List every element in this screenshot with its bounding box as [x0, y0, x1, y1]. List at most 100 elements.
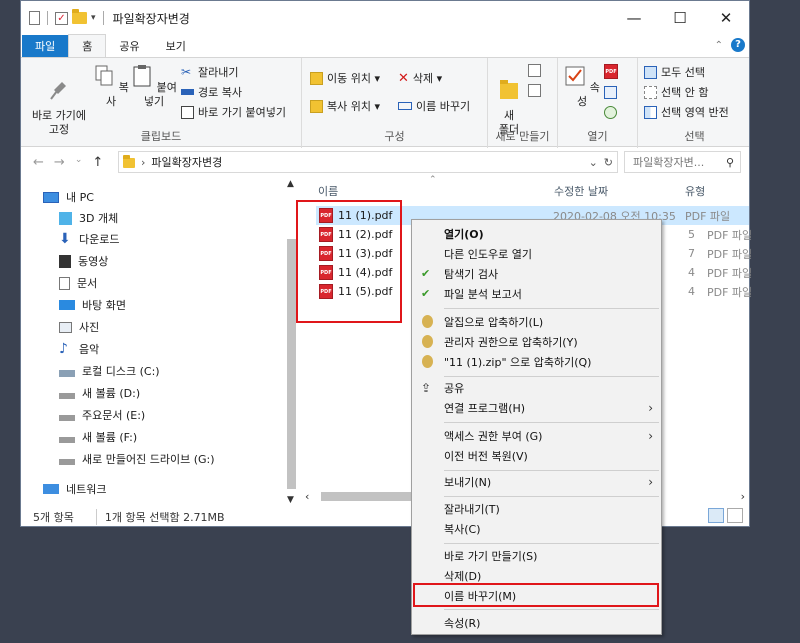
new-folder-quick-icon[interactable] — [72, 9, 87, 24]
select-all-button[interactable]: 모두 선택 — [644, 64, 705, 80]
navigation-pane: 내 PC 3D 개체 ⬇ 다운로드 동영상 문서 바탕 화면 사진 ♪ 음악 로… — [21, 177, 299, 499]
nav-item-downloads[interactable]: ⬇ 다운로드 — [59, 229, 119, 249]
scroll-left-icon[interactable]: ‹ — [305, 490, 309, 503]
properties-quick-icon[interactable] — [29, 11, 40, 25]
details-view-icon[interactable] — [708, 508, 724, 523]
nav-item-this-pc[interactable]: 내 PC — [43, 187, 94, 207]
tab-share[interactable]: 공유 — [106, 35, 152, 57]
nav-item-drive-g[interactable]: 새로 만들어진 드라이브 (G:) — [59, 449, 215, 469]
properties-icon — [565, 66, 585, 86]
scissors-icon: ✂ — [181, 64, 192, 79]
menu-item-compress-zip[interactable]: "11 (1).zip" 으로 압축하기(Q) — [412, 352, 661, 372]
paste-button[interactable]: 붙여넣기 — [129, 64, 179, 109]
recent-dropdown-icon[interactable]: ⌄ — [75, 155, 83, 170]
tab-home[interactable]: 홈 — [68, 34, 107, 57]
menu-separator — [444, 470, 659, 471]
nav-item-network[interactable]: 네트워크 — [43, 479, 106, 499]
menu-item-open[interactable]: 열기(O) — [412, 224, 661, 244]
horizontal-scroll-thumb[interactable] — [321, 492, 421, 501]
paste-shortcut-button[interactable]: 바로 가기 붙여넣기 — [181, 104, 286, 120]
nav-label: 주요문서 (E:) — [82, 409, 146, 422]
window-title: 파일확장자변경 — [112, 11, 190, 26]
select-none-button[interactable]: 선택 안 함 — [644, 84, 708, 100]
menu-item-send-to[interactable]: 보내기(N) › — [412, 472, 661, 492]
easy-access-button[interactable] — [528, 84, 541, 97]
maximize-button[interactable]: ☐ — [657, 1, 703, 35]
history-button[interactable] — [604, 106, 617, 119]
nav-item-music[interactable]: ♪ 음악 — [59, 339, 99, 359]
menu-item-create-shortcut[interactable]: 바로 가기 만들기(S) — [412, 546, 661, 566]
minimize-button[interactable]: — — [611, 1, 657, 35]
nav-item-videos[interactable]: 동영상 — [59, 251, 108, 271]
nav-item-drive-c[interactable]: 로컬 디스크 (C:) — [59, 361, 160, 381]
menu-item-cut[interactable]: 잘라내기(T) — [412, 499, 661, 519]
menu-item-grant-access[interactable]: 액세스 권한 부여 (G) › — [412, 426, 661, 446]
nav-item-drive-d[interactable]: 새 볼륨 (D:) — [59, 383, 140, 403]
column-header-type[interactable]: 유형 — [685, 183, 705, 199]
invert-selection-button[interactable]: 선택 영역 반전 — [644, 104, 729, 120]
up-arrow-icon[interactable]: ↑ — [92, 155, 103, 170]
nav-item-pictures[interactable]: 사진 — [59, 317, 99, 337]
collapse-ribbon-icon[interactable]: ⌃ — [715, 40, 723, 51]
menu-item-restore[interactable]: 이전 버전 복원(V) — [412, 446, 661, 466]
tab-view[interactable]: 보기 — [153, 35, 199, 57]
delete-button[interactable]: ✕ 삭제 ▾ — [398, 70, 442, 86]
edit-button[interactable] — [604, 86, 617, 99]
paste-shortcut-icon — [181, 105, 194, 119]
address-bar[interactable]: › 파일확장자변경 ⌄ ↻ — [118, 151, 618, 173]
nav-label: 문서 — [77, 277, 98, 290]
back-arrow-icon[interactable]: ← — [33, 155, 44, 170]
forward-arrow-icon[interactable]: → — [54, 155, 65, 170]
menu-item-compress[interactable]: 알집으로 압축하기(L) — [412, 312, 661, 332]
nav-item-documents[interactable]: 문서 — [59, 273, 97, 293]
nav-item-desktop[interactable]: 바탕 화면 — [59, 295, 126, 315]
menu-item-copy[interactable]: 복사(C) — [412, 519, 661, 539]
menu-item-compress-admin[interactable]: 관리자 권한으로 압축하기(Y) — [412, 332, 661, 352]
nav-item-drive-f[interactable]: 새 볼륨 (F:) — [59, 427, 137, 447]
breadcrumb[interactable]: 파일확장자변경 — [151, 154, 222, 170]
search-input[interactable]: 파일확장자변... ⚲ — [624, 151, 741, 173]
nav-item-drive-e[interactable]: 주요문서 (E:) — [59, 405, 145, 425]
menu-item-share[interactable]: ⇪ 공유 — [412, 378, 661, 398]
help-icon[interactable]: ? — [731, 38, 745, 52]
copy-button[interactable]: 복사 — [93, 64, 129, 109]
menu-item-open-with[interactable]: 연결 프로그램(H) › — [412, 398, 661, 418]
nav-label: 동영상 — [78, 255, 109, 268]
nav-item-3d-objects[interactable]: 3D 개체 — [59, 208, 118, 228]
copy-path-button[interactable]: 경로 복사 — [181, 84, 242, 100]
properties-button[interactable]: 속성 — [564, 64, 600, 109]
move-to-button[interactable]: 이동 위치 ▾ — [310, 70, 380, 86]
copy-to-button[interactable]: 복사 위치 ▾ — [310, 98, 380, 114]
tab-file[interactable]: 파일 — [22, 35, 69, 57]
new-folder-button[interactable]: 새 폴더 — [494, 64, 524, 137]
open-pdf-button[interactable]: PDF — [604, 64, 618, 79]
invert-selection-label: 선택 영역 반전 — [661, 106, 729, 119]
checkbox-quick-icon[interactable]: ✓ — [55, 11, 68, 25]
pin-button[interactable]: 바로 가기에 고정 — [27, 64, 91, 137]
cut-button[interactable]: ✂ 잘라내기 — [181, 64, 238, 80]
copy-to-icon — [310, 99, 323, 113]
menu-item-scan[interactable]: ✔ 탐색기 검사 — [412, 264, 661, 284]
menu-item-analyze[interactable]: ✔ 파일 분석 보고서 — [412, 284, 661, 304]
close-button[interactable]: ✕ — [703, 1, 749, 35]
rename-ribbon-button[interactable]: 이름 바꾸기 — [398, 98, 470, 114]
menu-item-properties[interactable]: 속성(R) — [412, 613, 661, 633]
scroll-down-icon[interactable]: ▼ — [287, 495, 294, 505]
scroll-up-icon[interactable]: ▲ — [287, 179, 294, 189]
refresh-icon[interactable]: ↻ — [604, 156, 613, 169]
nav-scroll-thumb[interactable] — [287, 239, 296, 489]
column-header-date[interactable]: 수정한 날짜 — [554, 183, 608, 199]
large-icons-view-icon[interactable] — [727, 508, 743, 523]
nav-label: 사진 — [79, 321, 100, 334]
folder-icon — [123, 155, 135, 168]
new-item-button[interactable] — [528, 64, 541, 77]
column-header-name[interactable]: 이름 — [318, 183, 338, 199]
scroll-right-icon[interactable]: › — [741, 490, 745, 503]
file-date: 7 — [688, 247, 695, 260]
address-dropdown-icon[interactable]: ⌄ — [589, 156, 598, 169]
title-bar: ✓ ▾ 파일확장자변경 — ☐ ✕ — [21, 1, 749, 35]
menu-item-open-new-window[interactable]: 다른 인도우로 열기 — [412, 244, 661, 264]
customize-dropdown-icon[interactable]: ▾ — [91, 13, 96, 23]
submenu-arrow-icon: › — [648, 475, 653, 489]
pdf-icon: PDF — [604, 64, 618, 79]
